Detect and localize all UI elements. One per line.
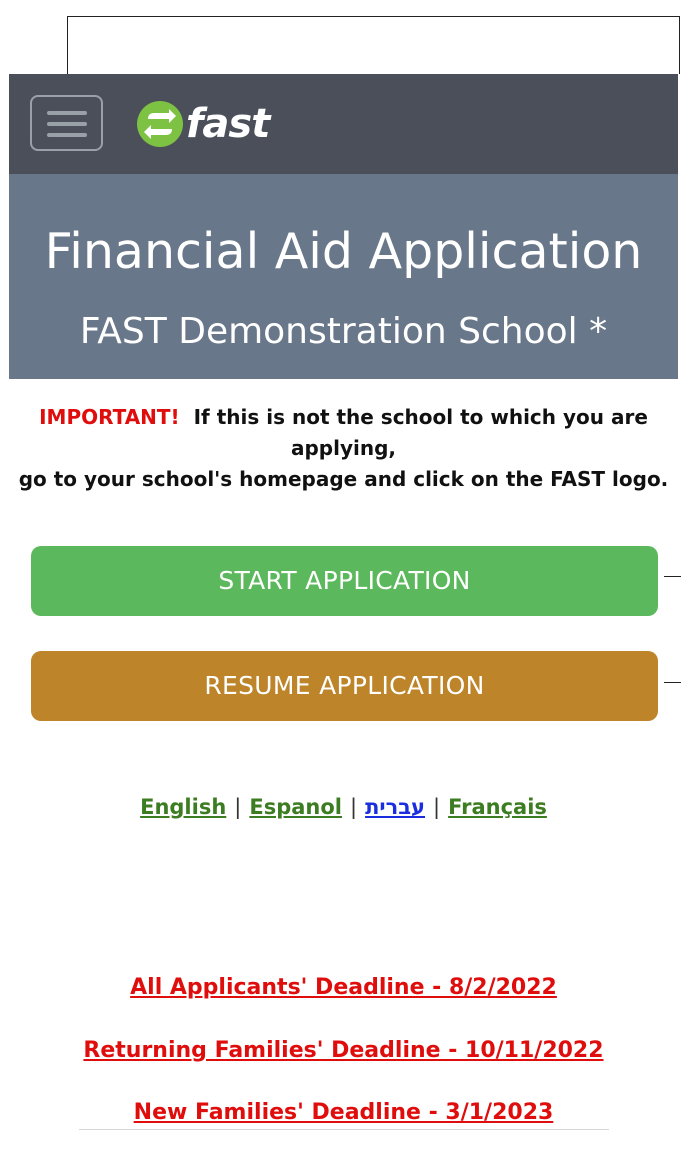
important-label: IMPORTANT! xyxy=(39,405,180,429)
annotation-tick-resume xyxy=(664,682,681,683)
notice-text-2: applying, xyxy=(290,436,397,460)
app-frame: fast Financial Aid Application FAST Demo… xyxy=(9,74,678,1158)
language-separator: | xyxy=(234,795,242,819)
menu-toggle-button[interactable] xyxy=(30,95,103,151)
logo-wordmark: fast xyxy=(186,101,270,147)
notice-line-1: IMPORTANT! If this is not the school to … xyxy=(9,402,678,433)
language-link-hebrew[interactable]: עברית xyxy=(365,795,425,819)
language-link-francais[interactable]: Français xyxy=(448,795,547,819)
deadline-link-returning-families[interactable]: Returning Families' Deadline - 10/11/202… xyxy=(9,1034,678,1068)
deadline-link-all-applicants[interactable]: All Applicants' Deadline - 8/2/2022 xyxy=(9,971,678,1005)
page: fast Financial Aid Application FAST Demo… xyxy=(0,0,681,1158)
important-notice: IMPORTANT! If this is not the school to … xyxy=(9,402,678,495)
fast-logo[interactable]: fast xyxy=(136,96,270,152)
hamburger-menu-icon xyxy=(47,111,87,137)
annotation-tick-start xyxy=(664,576,681,577)
language-separator: | xyxy=(349,795,358,819)
school-name: FAST Demonstration School * xyxy=(79,311,608,352)
language-selector: English | Espanol | עברית | Français xyxy=(9,790,678,824)
language-separator: | xyxy=(433,795,441,819)
start-application-button[interactable]: START APPLICATION xyxy=(31,546,658,616)
annotation-line-top xyxy=(67,16,680,17)
resume-application-button[interactable]: RESUME APPLICATION xyxy=(31,651,658,721)
annotation-line-top-right xyxy=(679,16,680,74)
notice-text-1: If this is not the school to which you a… xyxy=(193,405,648,429)
language-link-espanol[interactable]: Espanol xyxy=(249,795,342,819)
notice-text-3: go to your school's homepage and click o… xyxy=(18,467,669,491)
navbar: fast xyxy=(9,74,678,174)
page-title: Financial Aid Application xyxy=(44,223,643,280)
hero-banner: Financial Aid Application FAST Demonstra… xyxy=(9,174,678,379)
deadline-link-new-families[interactable]: New Families' Deadline - 3/1/2023 xyxy=(9,1096,678,1130)
language-link-english[interactable]: English xyxy=(140,795,226,819)
fast-logo-icon xyxy=(137,101,183,147)
bottom-divider xyxy=(79,1129,609,1130)
